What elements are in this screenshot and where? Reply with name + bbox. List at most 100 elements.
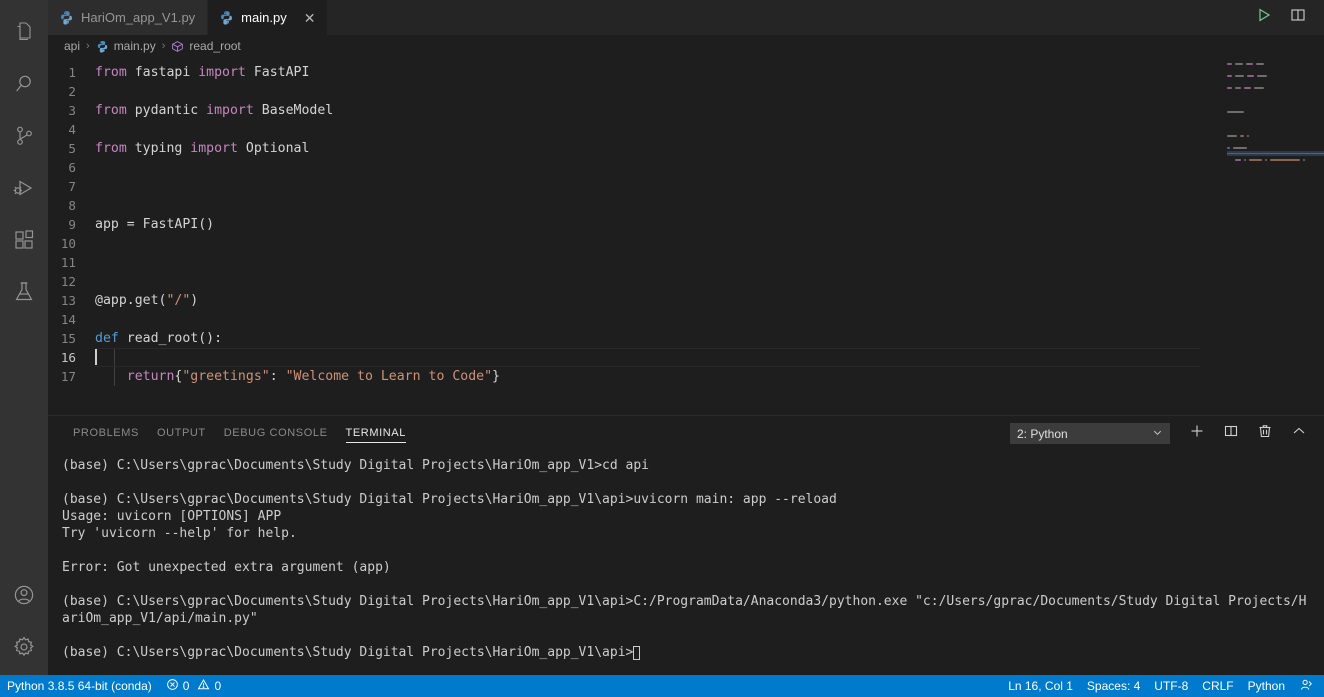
error-count: 0	[182, 679, 190, 693]
minimap[interactable]	[1217, 57, 1324, 415]
code-line[interactable]: 3 from pydantic import BaseModel	[48, 101, 1217, 120]
new-terminal-button[interactable]	[1182, 420, 1212, 448]
minimap-token	[1234, 63, 1243, 65]
minimap-line	[1227, 74, 1324, 78]
terminal-line: Usage: uvicorn [OPTIONS] APP	[62, 509, 282, 524]
gear-icon	[12, 635, 36, 659]
panel-actions: 2: Python	[1010, 420, 1314, 448]
panel-tab-debug-console[interactable]: DEBUG CONSOLE	[215, 416, 337, 451]
text-cursor	[95, 347, 97, 365]
sidebar-item-extensions[interactable]	[0, 214, 48, 266]
breadcrumb-item-folder[interactable]: api	[64, 39, 80, 53]
close-icon[interactable]: ✕	[304, 11, 316, 25]
eol-status[interactable]: CRLF	[1195, 675, 1240, 697]
minimap-token	[1265, 159, 1268, 161]
line-number: 6	[68, 160, 76, 175]
breadcrumb-item-file[interactable]: main.py	[96, 39, 156, 53]
editor-group: HariOm_app_V1.py main.py ✕ api › main.py…	[48, 0, 1324, 675]
activity-bar-top-group	[0, 6, 48, 318]
feedback-status[interactable]	[1292, 675, 1320, 697]
split-terminal-button[interactable]	[1216, 420, 1246, 448]
editor-tab-main[interactable]: main.py ✕	[208, 0, 329, 35]
split-icon	[1223, 423, 1239, 444]
cursor-position-status[interactable]: Ln 16, Col 1	[1001, 675, 1080, 697]
code-line[interactable]: 4	[48, 120, 1217, 139]
code-line[interactable]: 2	[48, 82, 1217, 101]
indentation-status[interactable]: Spaces: 4	[1080, 675, 1147, 697]
code-editor[interactable]: 1 from fastapi import FastAPI 2 3 from pydan…	[48, 57, 1324, 415]
panel-tab-terminal[interactable]: TERMINAL	[337, 416, 415, 451]
minimap-token	[1244, 159, 1247, 161]
code-line[interactable]: 11	[48, 253, 1217, 272]
breadcrumb-item-symbol[interactable]: read_root	[171, 39, 241, 53]
line-number: 13	[60, 293, 76, 308]
sidebar-item-source-control[interactable]	[0, 110, 48, 162]
code-line[interactable]: 10	[48, 234, 1217, 253]
kill-terminal-button[interactable]	[1250, 420, 1280, 448]
minimap-line	[1227, 86, 1324, 90]
split-editor-button[interactable]	[1284, 4, 1312, 32]
sidebar-item-accounts[interactable]	[0, 569, 48, 621]
code-line[interactable]: 16	[48, 347, 1217, 367]
minimap-token	[1233, 147, 1248, 149]
minimap-line	[1227, 146, 1324, 150]
breadcrumb-label: main.py	[113, 39, 156, 53]
line-number: 3	[68, 103, 76, 118]
line-number: 17	[60, 369, 76, 384]
error-icon	[166, 678, 179, 694]
code-line[interactable]: 5 from typing import Optional	[48, 139, 1217, 158]
close-panel-button[interactable]	[1284, 420, 1314, 448]
terminal-line: (base) C:\Users\gprac\Documents\Study Di…	[62, 644, 1324, 661]
code-line[interactable]: 6	[48, 158, 1217, 177]
minimap-token	[1303, 159, 1306, 161]
terminal-selector-dropdown[interactable]: 2: Python	[1010, 423, 1170, 444]
sidebar-item-testing[interactable]	[0, 266, 48, 318]
encoding-status[interactable]: UTF-8	[1147, 675, 1195, 697]
code-line[interactable]: 7	[48, 177, 1217, 196]
run-python-file-button[interactable]	[1250, 4, 1278, 32]
chevron-up-icon	[1291, 423, 1307, 444]
sidebar-item-search[interactable]	[0, 58, 48, 110]
editor-tab-hariom-app[interactable]: HariOm_app_V1.py	[48, 0, 209, 35]
terminal-selector-value: 2: Python	[1017, 426, 1068, 441]
breadcrumb-label: read_root	[189, 39, 241, 53]
plus-icon	[1189, 423, 1205, 444]
code-line[interactable]: 15 def read_root():	[48, 329, 1217, 348]
code-text: from typing import Optional	[95, 141, 310, 156]
code-text: @app.get("/")	[95, 293, 199, 308]
code-line[interactable]: 14	[48, 310, 1217, 329]
panel-tab-output[interactable]: OUTPUT	[148, 416, 215, 451]
code-line[interactable]: 13 @app.get("/")	[48, 291, 1217, 310]
line-number: 8	[68, 198, 76, 213]
line-number: 2	[68, 84, 76, 99]
problems-status[interactable]: 0 0	[159, 675, 228, 697]
indent-guide	[114, 367, 115, 386]
python-interpreter-status[interactable]: Python 3.8.5 64-bit (conda)	[0, 675, 159, 697]
code-line[interactable]: 8	[48, 196, 1217, 215]
minimap-token	[1227, 135, 1238, 137]
editor-actions	[1250, 0, 1324, 35]
minimap-token	[1227, 75, 1232, 77]
minimap-line	[1227, 128, 1324, 132]
warning-icon	[197, 678, 210, 694]
code-line[interactable]: 12	[48, 272, 1217, 291]
minimap-token	[1245, 63, 1253, 65]
sidebar-item-explorer[interactable]	[0, 6, 48, 58]
terminal-output[interactable]: (base) C:\Users\gprac\Documents\Study Di…	[48, 451, 1324, 675]
minimap-token	[1227, 87, 1232, 89]
minimap-token	[1234, 87, 1242, 89]
code-line[interactable]: 1 from fastapi import FastAPI	[48, 63, 1217, 82]
language-mode-status[interactable]: Python	[1241, 675, 1292, 697]
code-line[interactable]: 17 return{"greetings": "Welcome to Learn…	[48, 367, 1217, 386]
line-number: 4	[68, 122, 76, 137]
editor-tab-label: HariOm_app_V1.py	[81, 10, 196, 25]
sidebar-item-manage-settings[interactable]	[0, 621, 48, 673]
code-lines-container[interactable]: 1 from fastapi import FastAPI 2 3 from pydan…	[48, 57, 1217, 415]
panel-tab-problems[interactable]: PROBLEMS	[64, 416, 148, 451]
code-line[interactable]: 9 app = FastAPI()	[48, 215, 1217, 234]
minimap-line	[1227, 104, 1324, 108]
play-icon	[1256, 7, 1272, 28]
feedback-smiley-icon	[1299, 678, 1313, 695]
sidebar-item-run-debug[interactable]	[0, 162, 48, 214]
source-control-icon	[12, 124, 36, 148]
